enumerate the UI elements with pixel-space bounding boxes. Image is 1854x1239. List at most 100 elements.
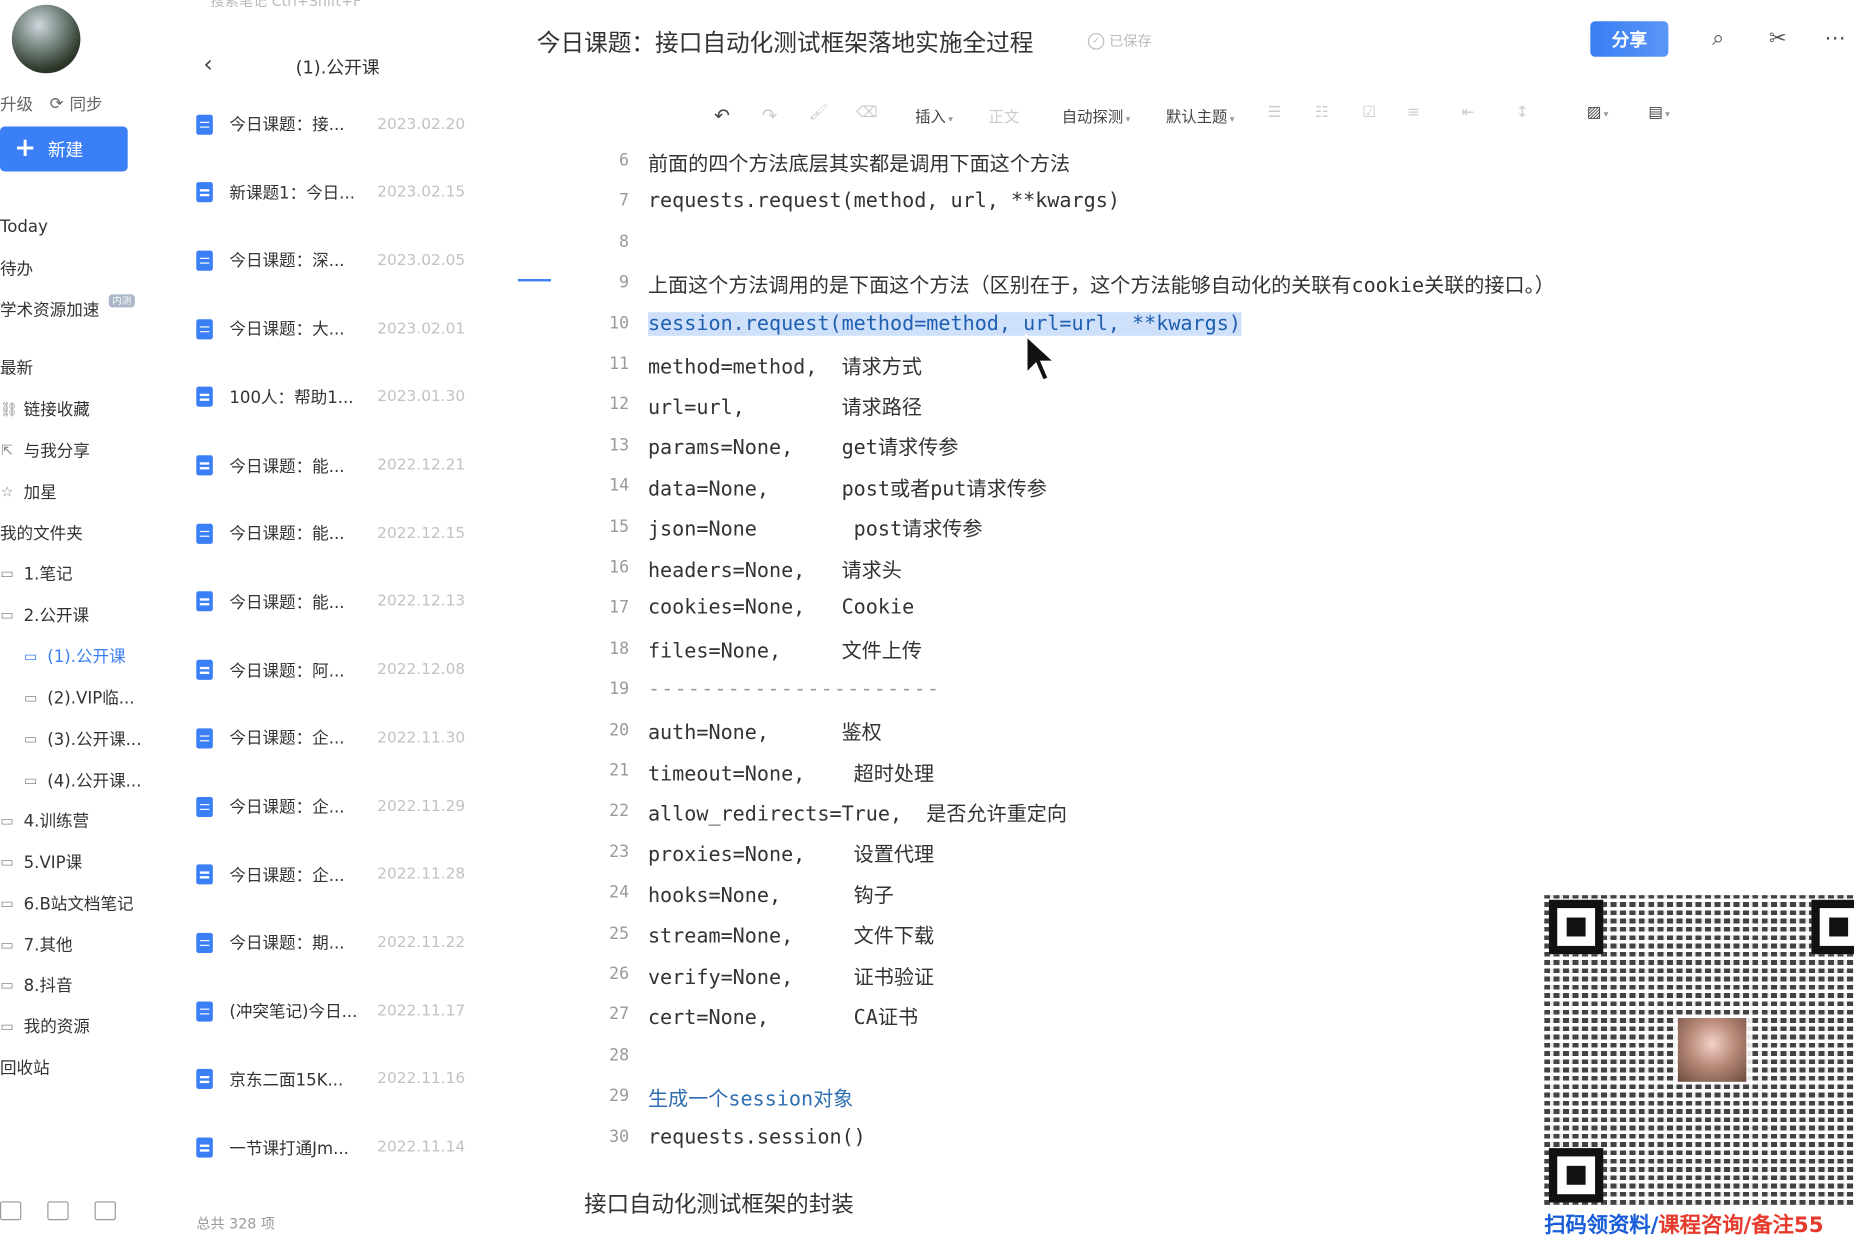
sidebar-item[interactable]: Today bbox=[0, 214, 48, 240]
new-note-button[interactable]: + 新建 bbox=[0, 126, 128, 172]
back-arrow-icon[interactable]: ‹ bbox=[203, 50, 212, 78]
note-list-item[interactable]: (冲突笔记)今日... 2022.11.17 bbox=[196, 997, 492, 1025]
paragraph-style-menu[interactable]: 正文 bbox=[988, 104, 1019, 127]
window-icon[interactable] bbox=[94, 1201, 116, 1221]
code-line[interactable]: 8 bbox=[603, 228, 648, 256]
undo-icon[interactable]: ↶ bbox=[714, 104, 730, 126]
align-icon[interactable]: ≡ bbox=[1407, 104, 1420, 122]
note-list-item[interactable]: 今日课题：大... 2023.02.01 bbox=[196, 315, 492, 343]
note-list-item[interactable]: 一节课打通Jm... 2022.11.14 bbox=[196, 1133, 492, 1161]
sidebar-item[interactable]: ▭ (2).VIP临... bbox=[24, 685, 135, 711]
document-icon[interactable]: ▤ ▾ bbox=[1648, 104, 1670, 122]
language-detect-menu[interactable]: 自动探测 ▾ bbox=[1062, 104, 1131, 127]
sidebar-item[interactable]: ☆ 加星 bbox=[0, 479, 57, 505]
code-text: 上面这个方法调用的是下面这个方法（区别在于，这个方法能够自动化的关联有cooki… bbox=[647, 273, 1555, 298]
insert-menu[interactable]: 插入 ▾ bbox=[915, 104, 953, 127]
document-title[interactable]: 今日课题：接口自动化测试框架落地实施全过程 bbox=[537, 24, 1034, 58]
code-line[interactable]: 12 url=url, 请求路径 bbox=[603, 391, 922, 419]
sidebar-item[interactable]: 我的文件夹 bbox=[0, 520, 83, 546]
code-line[interactable]: 25 stream=None, 文件下载 bbox=[603, 919, 934, 948]
sidebar-item[interactable]: ▭ 7.其他 bbox=[0, 932, 72, 958]
code-line[interactable]: 22 allow_redirects=True, 是否允许重定向 bbox=[603, 797, 1067, 826]
code-line[interactable]: 24 hooks=None, 钩子 bbox=[603, 879, 894, 907]
code-line[interactable]: 15 json=None post请求传参 bbox=[603, 513, 982, 541]
code-line[interactable]: 16 headers=None, 请求头 bbox=[603, 553, 902, 582]
qr-finder bbox=[1548, 899, 1604, 955]
note-list-item[interactable]: 今日课题：企... 2022.11.30 bbox=[196, 724, 492, 752]
section-heading[interactable]: 接口自动化测试框架的封装 bbox=[584, 1187, 854, 1219]
sidebar-item[interactable]: ⇱ 与我分享 bbox=[0, 437, 90, 463]
folder-icon: ▭ bbox=[0, 895, 14, 912]
sidebar-item[interactable]: 学术资源加速 内测 bbox=[0, 293, 135, 323]
note-list-item[interactable]: 今日课题：深... 2023.02.05 bbox=[196, 246, 492, 274]
sidebar-item[interactable]: ▭ 4.训练营 bbox=[0, 808, 89, 834]
avatar[interactable] bbox=[11, 4, 81, 74]
sidebar-item[interactable]: ▭ 我的资源 bbox=[0, 1013, 89, 1039]
code-text: hooks=None, 钩子 bbox=[647, 884, 894, 908]
search-doc-icon[interactable]: ⌕ bbox=[1712, 26, 1724, 51]
more-icon[interactable]: ⋯ bbox=[1824, 26, 1845, 51]
code-line[interactable]: 9 上面这个方法调用的是下面这个方法（区别在于，这个方法能够自动化的关联有cook… bbox=[603, 269, 1555, 297]
upgrade-link[interactable]: 升级 bbox=[0, 92, 33, 116]
code-line[interactable]: 17 cookies=None, Cookie bbox=[603, 594, 914, 622]
layout-icon[interactable] bbox=[0, 1201, 22, 1221]
code-line[interactable]: 21 timeout=None, 超时处理 bbox=[603, 757, 934, 785]
note-list-item[interactable]: 今日课题：接... 2023.02.20 bbox=[196, 110, 492, 138]
note-list-item[interactable]: 今日课题：企... 2022.11.28 bbox=[196, 860, 492, 888]
share-button[interactable]: 分享 bbox=[1590, 21, 1669, 57]
format-painter-icon[interactable]: 🖌 bbox=[809, 104, 829, 122]
indent-icon[interactable]: ⇤ bbox=[1461, 104, 1474, 122]
note-list-item[interactable]: 今日课题：期... 2022.11.22 bbox=[196, 929, 492, 957]
code-line[interactable]: 14 data=None, post或者put请求传参 bbox=[603, 472, 1047, 501]
sidebar-item[interactable]: 回收站 bbox=[0, 1055, 50, 1081]
code-line[interactable]: 20 auth=None, 鉴权 bbox=[603, 716, 882, 745]
code-line[interactable]: 28 bbox=[603, 1041, 648, 1069]
note-list-item[interactable]: 新课题1：今日... 2023.02.15 bbox=[196, 178, 492, 206]
numbered-list-icon[interactable]: ☷ bbox=[1315, 104, 1329, 122]
code-line[interactable]: 30 requests.session() bbox=[603, 1123, 866, 1151]
code-line[interactable]: 11 method=method, 请求方式 bbox=[603, 350, 922, 379]
code-line[interactable]: 18 files=None, 文件上传 bbox=[603, 635, 922, 663]
code-line[interactable]: 10 session.request(method=method, url=url… bbox=[603, 309, 1241, 337]
sidebar-item[interactable]: ⛓ 链接收藏 bbox=[0, 396, 90, 422]
redo-icon[interactable]: ↷ bbox=[761, 104, 777, 126]
sidebar-item[interactable]: ▭ 2.公开课 bbox=[0, 602, 89, 628]
split-view-icon[interactable] bbox=[47, 1201, 69, 1221]
note-list-item[interactable]: 京东二面15K... 2022.11.16 bbox=[196, 1065, 492, 1093]
collapse-icon[interactable]: ✂ bbox=[1769, 26, 1787, 51]
code-line[interactable]: 6 前面的四个方法底层其实都是调用下面这个方法 bbox=[603, 147, 1070, 175]
line-height-icon[interactable]: ↕ bbox=[1516, 104, 1529, 122]
sidebar-item[interactable]: ▭ 6.B站文档笔记 bbox=[0, 890, 133, 916]
sidebar-item[interactable]: ▭ 8.抖音 bbox=[0, 972, 72, 998]
sidebar-item[interactable]: ▭ 5.VIP课 bbox=[0, 849, 82, 875]
bullet-list-icon[interactable]: ☰ bbox=[1268, 104, 1282, 122]
note-list-item[interactable]: 今日课题：阿... 2022.12.08 bbox=[196, 656, 492, 684]
note-list-item[interactable]: 今日课题：企... 2022.11.29 bbox=[196, 792, 492, 820]
code-line[interactable]: 26 verify=None, 证书验证 bbox=[603, 960, 934, 989]
checkbox-icon[interactable]: ☑ bbox=[1362, 104, 1376, 122]
eraser-icon[interactable]: ⌫ bbox=[856, 104, 878, 122]
note-list-item[interactable]: 今日课题：能... 2022.12.13 bbox=[196, 588, 492, 616]
search-input[interactable]: 搜索笔记 Ctrl+Shift+F bbox=[210, 0, 361, 11]
style-icon[interactable]: ▨ ▾ bbox=[1587, 104, 1609, 122]
sidebar-item[interactable]: 待办 bbox=[0, 255, 33, 281]
note-date: 2022.11.14 bbox=[377, 1138, 466, 1157]
code-line[interactable]: 13 params=None, get请求传参 bbox=[603, 431, 958, 460]
sidebar-item[interactable]: ▭ (4).公开课... bbox=[24, 767, 142, 793]
sidebar-bottom-icons bbox=[0, 1201, 116, 1221]
sidebar-item[interactable]: ▭ (1).公开课 bbox=[24, 643, 126, 669]
sidebar-item[interactable]: ▭ 1.笔记 bbox=[0, 560, 72, 586]
theme-menu[interactable]: 默认主题 ▾ bbox=[1166, 104, 1235, 127]
code-line[interactable]: 23 proxies=None, 设置代理 bbox=[603, 838, 934, 867]
code-line[interactable]: 27 cert=None, CA证书 bbox=[603, 1001, 918, 1030]
note-list-item[interactable]: 今日课题：能... 2022.12.15 bbox=[196, 519, 492, 547]
code-line[interactable]: 7 requests.request(method, url, **kwargs) bbox=[603, 187, 1120, 215]
note-list-item[interactable]: 100人：帮助1... 2023.01.30 bbox=[196, 383, 492, 411]
code-line[interactable]: 29 生成一个session对象 bbox=[603, 1082, 853, 1111]
sync-button[interactable]: ⟳ 同步 bbox=[50, 92, 103, 116]
sidebar-item[interactable]: ▭ (3).公开课... bbox=[24, 726, 142, 752]
note-list-item[interactable]: 今日课题：能... 2022.12.21 bbox=[196, 451, 492, 479]
sidebar-item-label: 回收站 bbox=[0, 1059, 50, 1079]
sidebar-item[interactable]: 最新 bbox=[0, 355, 33, 381]
code-line[interactable]: 19 ---------------------- bbox=[603, 675, 940, 703]
